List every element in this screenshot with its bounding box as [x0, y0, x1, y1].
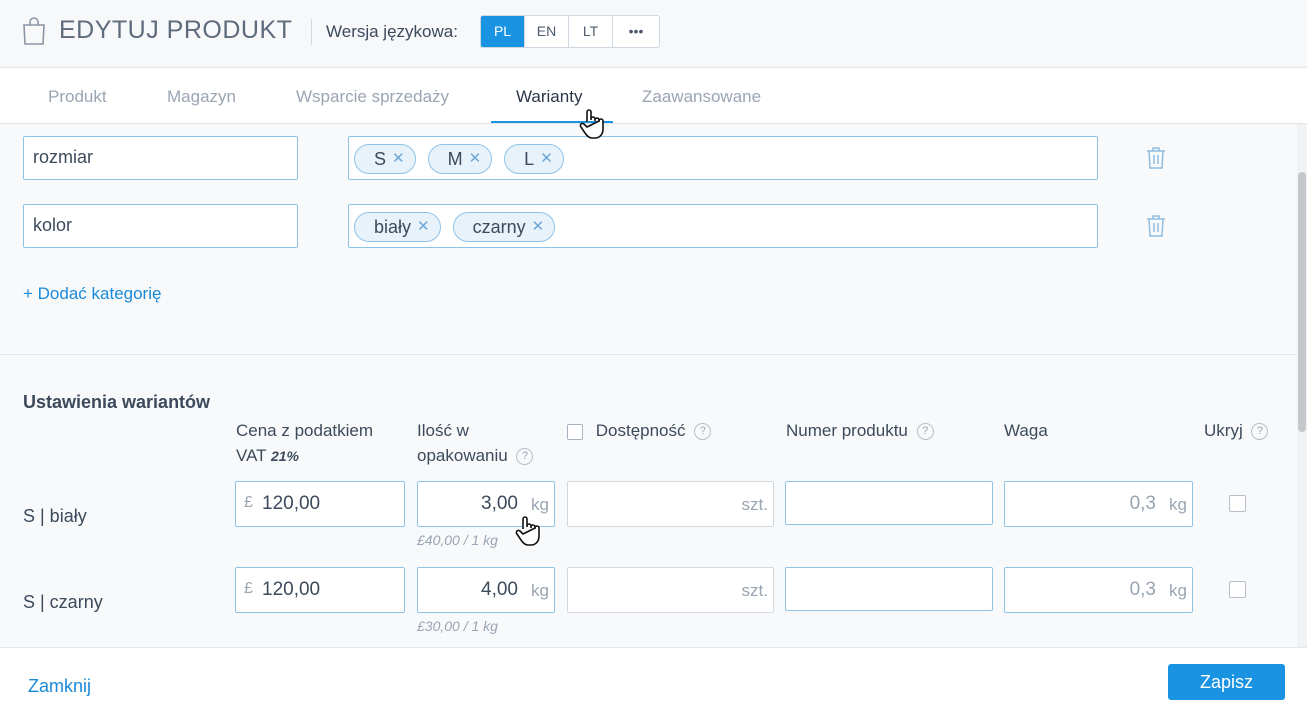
language-label: Wersja językowa: [326, 22, 458, 41]
variant-label: S | czarny [23, 592, 103, 612]
value-tag: L ✕ [504, 144, 564, 174]
vat-rate: 21% [270, 448, 299, 464]
availability-unit: szt. [741, 495, 768, 514]
currency-symbol: £ [244, 494, 253, 511]
price-header-line2: VAT 21% [236, 443, 373, 469]
footer: Zamknij Zapisz [0, 647, 1307, 721]
availability-input[interactable]: szt. [567, 567, 774, 613]
weight-input[interactable]: 0,3 kg [1004, 481, 1193, 527]
scrollbar-thumb[interactable] [1298, 172, 1306, 432]
tab-magazyn[interactable]: Magazyn [167, 87, 236, 107]
variant-label: S | biały [23, 506, 87, 526]
availability-input[interactable]: szt. [567, 481, 774, 527]
weight-input[interactable]: 0,3 kg [1004, 567, 1193, 613]
scrollbar[interactable] [1297, 124, 1307, 647]
weight-unit: kg [1169, 495, 1187, 514]
value-tag: S ✕ [354, 144, 416, 174]
value-tag: biały ✕ [354, 212, 441, 242]
qty-header-line1: Ilość w [417, 421, 469, 440]
quantity-value: 3,00 [481, 493, 518, 514]
tab-warianty[interactable]: Warianty [516, 87, 582, 107]
product-number-header-label: Numer produktu [786, 421, 908, 440]
category-values-input[interactable]: S ✕ M ✕ L ✕ [348, 136, 1098, 180]
language-en-button[interactable]: EN [525, 16, 569, 47]
price-input[interactable]: £ 120,00 [235, 481, 405, 527]
quantity-unit: kg [531, 581, 549, 600]
category-values-input[interactable]: biały ✕ czarny ✕ [348, 204, 1098, 248]
hand-cursor-icon [579, 109, 604, 139]
product-number-input[interactable] [785, 567, 993, 611]
help-icon[interactable]: ? [1251, 423, 1269, 441]
availability-header-label: Dostępność [595, 421, 686, 440]
weight-value: 0,3 [1129, 493, 1156, 514]
close-icon[interactable]: ✕ [417, 213, 430, 241]
section-divider [0, 354, 1296, 355]
trash-icon[interactable] [1145, 146, 1167, 170]
tab-zaawansowane[interactable]: Zaawansowane [642, 87, 761, 107]
hide-column-header: Ukryj ? [1204, 418, 1269, 443]
qty-header-label: opakowaniu [417, 446, 508, 465]
product-number-input[interactable] [785, 481, 993, 525]
value-tag: czarny ✕ [452, 212, 556, 242]
header: EDYTUJ PRODUKT Wersja językowa: PL EN LT… [0, 0, 1307, 68]
language-pl-button[interactable]: PL [481, 16, 525, 47]
tab-produkt[interactable]: Produkt [48, 87, 107, 107]
price-value: 120,00 [262, 579, 321, 600]
shopping-bag-icon [23, 17, 45, 45]
language-switcher: PL EN LT ••• [480, 15, 660, 48]
hand-cursor-icon [515, 516, 540, 546]
price-header-line1: Cena z podatkiem [236, 421, 374, 440]
quantity-unit: kg [531, 495, 549, 514]
page-title: EDYTUJ PRODUKT [59, 16, 293, 44]
hide-variant-checkbox[interactable] [1229, 495, 1246, 512]
tag-label: M [447, 149, 463, 169]
close-button[interactable]: Zamknij [28, 676, 91, 697]
trash-icon[interactable] [1145, 214, 1167, 238]
qty-header-line2: opakowaniu ? [417, 443, 534, 468]
availability-all-checkbox[interactable] [567, 423, 583, 440]
tag-label: biały [374, 217, 412, 237]
category-name-input[interactable]: kolor [23, 204, 298, 248]
header-divider [311, 19, 312, 45]
help-icon[interactable]: ? [694, 423, 712, 441]
tag-label: S [374, 149, 387, 169]
weight-value: 0,3 [1129, 579, 1156, 600]
tag-label: czarny [472, 217, 526, 237]
variants-panel: rozmiar S ✕ M ✕ L ✕ kolor biały ✕ czarny… [0, 124, 1296, 647]
price-input[interactable]: £ 120,00 [235, 567, 405, 613]
weight-column-header: Waga [1004, 421, 1048, 440]
quantity-value: 4,00 [481, 579, 518, 600]
product-number-column-header: Numer produktu ? [786, 418, 934, 443]
tag-label: L [524, 149, 535, 169]
help-icon[interactable]: ? [916, 423, 934, 441]
availability-unit: szt. [741, 581, 768, 600]
quantity-column-header: Ilość w opakowaniu ? [417, 418, 534, 468]
price-header-vat: VAT [236, 446, 267, 465]
hide-variant-checkbox[interactable] [1229, 581, 1246, 598]
save-button[interactable]: Zapisz [1168, 664, 1285, 700]
unit-price-hint: £30,00 / 1 kg [417, 618, 498, 634]
language-more-button[interactable]: ••• [613, 16, 659, 47]
weight-unit: kg [1169, 581, 1187, 600]
close-icon[interactable]: ✕ [469, 145, 482, 173]
price-value: 120,00 [262, 493, 321, 514]
price-column-header: Cena z podatkiem VAT 21% [236, 418, 373, 469]
availability-column-header: Dostępność ? [567, 418, 712, 443]
add-category-link[interactable]: + Dodać kategorię [23, 284, 161, 304]
variant-settings-title: Ustawienia wariantów [23, 392, 211, 412]
value-tag: M ✕ [427, 144, 493, 174]
quantity-input[interactable]: 4,00 kg [417, 567, 555, 613]
category-name-input[interactable]: rozmiar [23, 136, 298, 180]
hide-header-label: Ukryj [1204, 421, 1243, 440]
tab-bar: Produkt Magazyn Wsparcie sprzedaży Waria… [0, 68, 1307, 124]
tab-wsparcie-sprzedazy[interactable]: Wsparcie sprzedaży [296, 87, 449, 107]
close-icon[interactable]: ✕ [392, 145, 405, 173]
close-icon[interactable]: ✕ [532, 213, 545, 241]
help-icon[interactable]: ? [516, 448, 534, 466]
unit-price-hint: £40,00 / 1 kg [417, 532, 498, 548]
language-lt-button[interactable]: LT [569, 16, 613, 47]
close-icon[interactable]: ✕ [540, 145, 553, 173]
currency-symbol: £ [244, 580, 253, 597]
